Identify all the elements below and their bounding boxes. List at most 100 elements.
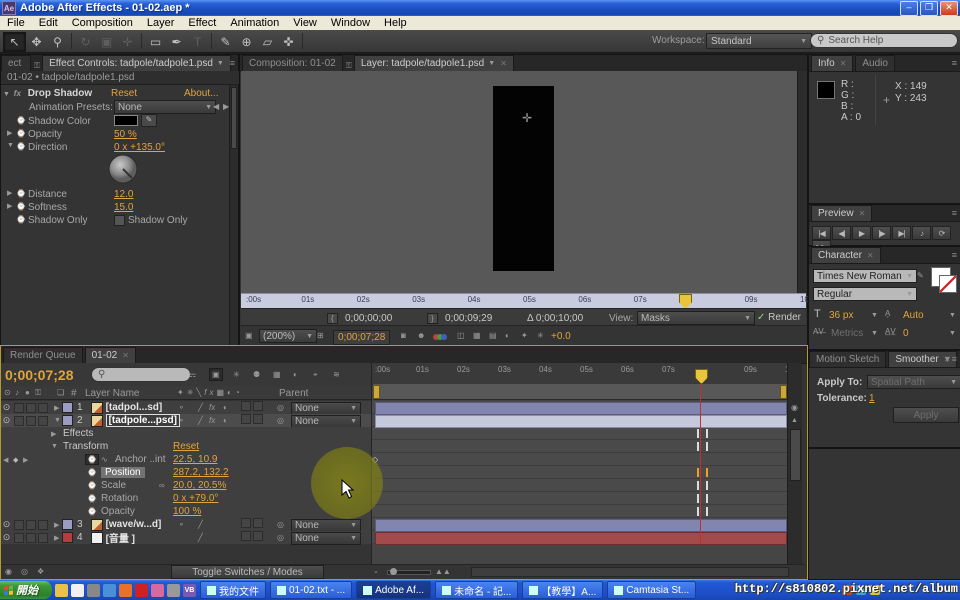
menu-edit[interactable]: Edit — [32, 17, 65, 29]
preview-tab[interactable]: Preview ✕ — [811, 205, 872, 221]
panel-menu-icon[interactable]: ≡ — [952, 208, 957, 218]
label-color-chip[interactable] — [62, 415, 73, 426]
rotation-value[interactable]: 0 x +79.0° — [173, 493, 218, 504]
motion-blur-switch[interactable]: ◐ — [223, 416, 228, 425]
collapse-switch[interactable]: ⚬ — [178, 403, 185, 412]
auto-keyframe-icon[interactable]: ⌖ — [313, 370, 318, 380]
twirl-right-icon[interactable]: ▶ — [54, 521, 62, 529]
menu-window[interactable]: Window — [324, 17, 377, 29]
close-icon[interactable]: ✕ — [867, 251, 874, 260]
timeline-ruler[interactable]: :00s01s02s03s04s05s06s07s09s10s — [372, 363, 788, 385]
shadow-color-swatch[interactable] — [114, 115, 138, 126]
region-of-interest-icon[interactable]: ▦ — [473, 331, 481, 340]
expand-icon[interactable]: ▣ — [245, 331, 253, 340]
stopwatch-icon[interactable]: ⌚ — [16, 116, 26, 125]
set-out-point-button[interactable]: } — [427, 313, 438, 324]
timeline-zoom-slider[interactable] — [387, 570, 431, 575]
mask-shape-tool[interactable]: ▭ — [145, 33, 166, 51]
effect-about-link[interactable]: About... — [184, 88, 218, 99]
direction-dial[interactable] — [107, 153, 139, 185]
document-icon[interactable] — [71, 584, 84, 597]
distance-value[interactable]: 12.0 — [114, 189, 133, 200]
puppet-pin-tool[interactable]: ✜ — [278, 33, 299, 51]
magnification-dropdown[interactable]: (200%) ▼ — [259, 329, 317, 343]
twirl-right-icon[interactable]: ▶ — [7, 129, 15, 137]
eye-icon[interactable]: ⊙ — [1, 519, 12, 530]
index-column-header[interactable]: # — [71, 388, 77, 399]
brush-tool[interactable]: ✎ — [215, 33, 236, 51]
keyframe-marker-scale[interactable] — [697, 481, 708, 490]
camera-tool[interactable]: ▣ — [96, 33, 117, 51]
clone-stamp-tool[interactable]: ⊕ — [236, 33, 257, 51]
stopwatch-icon[interactable]: ⌚ — [16, 129, 26, 138]
close-button[interactable]: ✕ — [940, 1, 958, 16]
snapshot-camera-icon[interactable]: ◙ — [401, 331, 406, 340]
panel-menu-icon[interactable]: ▼≡ — [943, 354, 957, 364]
start-button[interactable]: 開始 — [0, 581, 52, 599]
viewer-time-ruler[interactable]: :00s01s02s03s04s05s06s07s09s10s — [241, 293, 806, 308]
viewer-vscroll[interactable] — [797, 71, 807, 293]
tolerance-value[interactable]: 1 — [869, 393, 875, 404]
zoom-in-mountain-icon[interactable]: ▲▲ — [435, 567, 451, 576]
render-checkbox[interactable]: ✓ Render — [757, 312, 801, 323]
effects-switch[interactable]: fx — [209, 403, 215, 412]
next-frame-button[interactable]: |▶ — [872, 226, 891, 240]
zoom-out-mountain-icon[interactable]: ⌄ — [373, 567, 379, 575]
layer-name-column-header[interactable]: Layer Name — [85, 388, 139, 399]
panel-menu-icon[interactable]: ≡ — [230, 58, 235, 68]
render-queue-tab[interactable]: Render Queue — [3, 347, 83, 363]
effect-controls-tab[interactable]: Effect Controls: tadpole/tadpole1.psd ▼ — [42, 55, 231, 71]
opacity-value[interactable]: 100 % — [173, 506, 201, 517]
twirl-right-icon[interactable]: ▶ — [54, 404, 62, 412]
effects-switch[interactable]: fx — [209, 416, 215, 425]
kerning-value[interactable]: Metrics — [831, 328, 863, 339]
channels-icon[interactable] — [433, 332, 447, 343]
opacity-value[interactable]: 50 % — [114, 129, 137, 140]
in-time[interactable]: 0;00;00;00 — [345, 313, 392, 324]
label-color-chip[interactable] — [62, 402, 73, 413]
panel-menu-icon[interactable]: ≡ — [952, 250, 957, 260]
transform-group-label[interactable]: Transform — [63, 441, 108, 452]
keyframe-marker-rotation[interactable] — [697, 494, 708, 503]
presets-dropdown[interactable]: None ▼ — [114, 100, 216, 114]
direction-value[interactable]: 0 x +135.0° — [114, 142, 165, 153]
lock-icon[interactable]: ⚿ — [346, 61, 352, 71]
keyframe-marker-opacity[interactable] — [697, 507, 708, 516]
layer-tab[interactable]: Layer: tadpole/tadpole1.psd ▼ ✕ — [354, 55, 514, 71]
timeline-playhead[interactable] — [695, 369, 708, 384]
stroke-color-swatch[interactable] — [939, 275, 957, 293]
toggle-switches-button[interactable]: Toggle Switches / Modes — [171, 565, 324, 579]
parent-pickwhip-icon[interactable]: ◎ — [277, 520, 284, 529]
chevron-down-icon[interactable]: ▼ — [949, 312, 956, 319]
task-button-5[interactable]: Camtasia St... — [607, 581, 696, 599]
loop-button[interactable]: ⟳ — [932, 226, 951, 240]
layer4-duration-bar[interactable] — [375, 532, 787, 545]
motion-blur-switch[interactable]: ◐ — [223, 403, 228, 412]
first-frame-button[interactable]: |◀ — [812, 226, 831, 240]
motion-blur-icon[interactable]: ▦ — [273, 370, 281, 379]
work-area-bar[interactable] — [373, 384, 787, 400]
timeline-vscroll[interactable]: ◉ ▲ — [787, 363, 802, 564]
scale-label[interactable]: Scale — [101, 480, 126, 491]
graph-editor-icon[interactable]: ≋ — [333, 370, 340, 379]
camera-icon[interactable] — [167, 584, 180, 597]
pan-behind-tool[interactable]: ✛ — [117, 33, 138, 51]
playhead-line[interactable] — [700, 384, 701, 544]
transform-reset-link[interactable]: Reset — [173, 441, 199, 452]
preset-prev-icon[interactable]: ◀ — [213, 102, 219, 111]
quality-switch[interactable]: ╱ — [198, 520, 203, 529]
layer-row-4[interactable]: ⊙ ▶ 4 [音量 ] ╱ ◎ None ▼ — [1, 531, 371, 545]
task-button-1[interactable]: 01-02.txt - ... — [270, 581, 352, 599]
previous-keyframe-icon[interactable]: ◀ — [3, 456, 8, 464]
stopwatch-icon[interactable]: ⌚ — [16, 215, 26, 224]
layer-row-3[interactable]: ⊙ ▶ 3 [wave/w...d] ⚬ ╱ ◎ None ▼ — [1, 518, 371, 532]
layer1-duration-bar[interactable] — [375, 402, 787, 415]
close-icon[interactable]: ✕ — [122, 351, 129, 360]
layer-row-2[interactable]: ⊙ ▼ 2 [tadpole...psd] ⚬ ╱ fx ◐ ◎ None ▼ — [1, 414, 371, 428]
set-in-point-button[interactable]: { — [327, 313, 338, 324]
chevron-down-icon[interactable]: ▼ — [871, 312, 878, 319]
type-tool[interactable]: T — [187, 33, 208, 51]
eyedropper-icon[interactable]: ✎ — [141, 114, 157, 127]
menu-layer[interactable]: Layer — [140, 17, 182, 29]
character-tab[interactable]: Character ✕ — [811, 247, 881, 263]
